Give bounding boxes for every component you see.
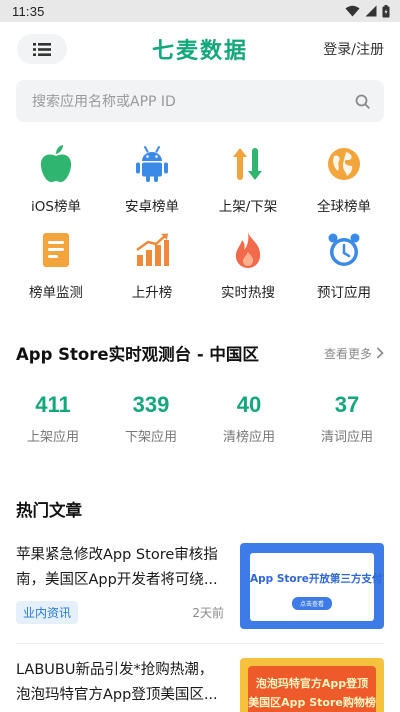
hot-articles-title: 热门文章 xyxy=(16,501,82,520)
search-bar[interactable]: 搜索应用名称或APP ID xyxy=(16,80,384,122)
stat-listed[interactable]: 411 上架应用 xyxy=(4,392,102,445)
article-time: 2天前 xyxy=(192,606,224,620)
system-icons xyxy=(345,4,390,18)
bar-chart-icon xyxy=(130,228,174,272)
observe-stats: 411 上架应用 339 下架应用 40 清榜应用 37 清词应用 xyxy=(0,392,400,445)
app-header: 七麦数据 登录/注册 xyxy=(0,22,400,76)
quick-link-rising[interactable]: 上升榜 xyxy=(104,228,200,301)
stat-value: 40 xyxy=(236,392,262,417)
article-title[interactable]: LABUBU新品引发*抢购热潮，泡泡玛特官方App登顶美国区... xyxy=(16,658,224,708)
observe-title: App Store实时观测台 - 中国区 xyxy=(16,345,259,364)
view-more-label: 查看更多 xyxy=(323,346,372,361)
signal-icon xyxy=(365,5,377,17)
article-thumbnail[interactable]: 泡泡玛特官方App登顶 美国区App Store购物榜 xyxy=(240,658,384,712)
thumbnail-button: 点击查看 xyxy=(291,597,333,610)
search-icon[interactable] xyxy=(355,94,370,109)
stat-delisted[interactable]: 339 下架应用 xyxy=(102,392,200,445)
article-item[interactable]: LABUBU新品引发*抢购热潮，泡泡玛特官方App登顶美国区... 泡泡玛特官方… xyxy=(0,658,400,712)
article-item[interactable]: 苹果紧急修改App Store审核指南，美国区App开发者将可绕... 业内资讯… xyxy=(0,543,400,629)
wifi-icon xyxy=(345,5,360,17)
document-icon xyxy=(34,228,78,272)
apple-icon xyxy=(34,142,78,186)
status-bar: 11:35 xyxy=(0,0,400,22)
thumbnail-line: 泡泡玛特官方App登顶 xyxy=(255,677,369,690)
quick-link-label: 上架/下架 xyxy=(218,199,278,215)
quick-link-preorder[interactable]: 预订应用 xyxy=(296,228,392,301)
battery-icon xyxy=(382,4,390,17)
quick-link-label: iOS榜单 xyxy=(31,199,81,215)
stat-label: 上架应用 xyxy=(26,430,79,445)
article-thumbnail[interactable]: App Store开放第三方支付? 点击查看 xyxy=(240,543,384,629)
quick-link-label: 实时热搜 xyxy=(221,285,275,301)
brand-logo[interactable]: 七麦数据 xyxy=(152,33,248,65)
quick-link-label: 上升榜 xyxy=(131,285,173,301)
article-divider xyxy=(16,643,384,644)
stat-label: 清榜应用 xyxy=(222,430,275,445)
stat-label: 清词应用 xyxy=(320,430,373,445)
quick-link-label: 安卓榜单 xyxy=(125,199,179,215)
observe-header: App Store实时观测台 - 中国区 查看更多 xyxy=(0,341,400,365)
stat-value: 339 xyxy=(132,392,170,417)
quick-link-label: 预订应用 xyxy=(317,285,371,301)
quick-link-shelf[interactable]: 上架/下架 xyxy=(200,142,296,215)
quick-link-hot-search[interactable]: 实时热搜 xyxy=(200,228,296,301)
article-tag[interactable]: 业内资讯 xyxy=(16,601,79,624)
flame-icon xyxy=(226,228,270,272)
quick-link-global[interactable]: 全球榜单 xyxy=(296,142,392,215)
article-text: LABUBU新品引发*抢购热潮，泡泡玛特官方App登顶美国区... xyxy=(16,658,224,712)
view-more-link[interactable]: 查看更多 xyxy=(324,345,384,362)
stat-cleared-keywords[interactable]: 37 清词应用 xyxy=(298,392,396,445)
article-meta: 业内资讯 2天前 xyxy=(16,601,224,624)
quick-link-label: 榜单监测 xyxy=(29,285,83,301)
status-time: 11:35 xyxy=(12,3,45,19)
up-down-arrows-icon xyxy=(226,142,270,186)
stat-label: 下架应用 xyxy=(124,430,177,445)
login-register-link[interactable]: 登录/注册 xyxy=(323,39,384,59)
quick-links-grid: iOS榜单 安卓榜单 上架/下架 全球榜单 榜单监测 上升榜 实时热搜 预订应用 xyxy=(0,142,400,301)
quick-link-ios[interactable]: iOS榜单 xyxy=(8,142,104,215)
quick-link-monitor[interactable]: 榜单监测 xyxy=(8,228,104,301)
globe-icon xyxy=(322,142,366,186)
quick-link-android[interactable]: 安卓榜单 xyxy=(104,142,200,215)
list-menu-icon xyxy=(33,42,51,56)
alarm-clock-icon xyxy=(322,228,366,272)
article-title[interactable]: 苹果紧急修改App Store审核指南，美国区App开发者将可绕... xyxy=(16,543,224,593)
stat-value: 37 xyxy=(334,392,360,417)
stat-cleared-rank[interactable]: 40 清榜应用 xyxy=(200,392,298,445)
menu-button[interactable] xyxy=(17,34,67,64)
stat-value: 411 xyxy=(35,392,71,417)
android-icon xyxy=(130,142,174,186)
search-input[interactable]: 搜索应用名称或APP ID xyxy=(32,91,176,111)
article-text: 苹果紧急修改App Store审核指南，美国区App开发者将可绕... 业内资讯… xyxy=(16,543,224,629)
thumbnail-line: 美国区App Store购物榜 xyxy=(248,696,376,709)
chevron-right-icon xyxy=(376,347,384,359)
quick-link-label: 全球榜单 xyxy=(317,199,371,215)
thumbnail-headline: App Store开放第三方支付? xyxy=(250,573,384,585)
